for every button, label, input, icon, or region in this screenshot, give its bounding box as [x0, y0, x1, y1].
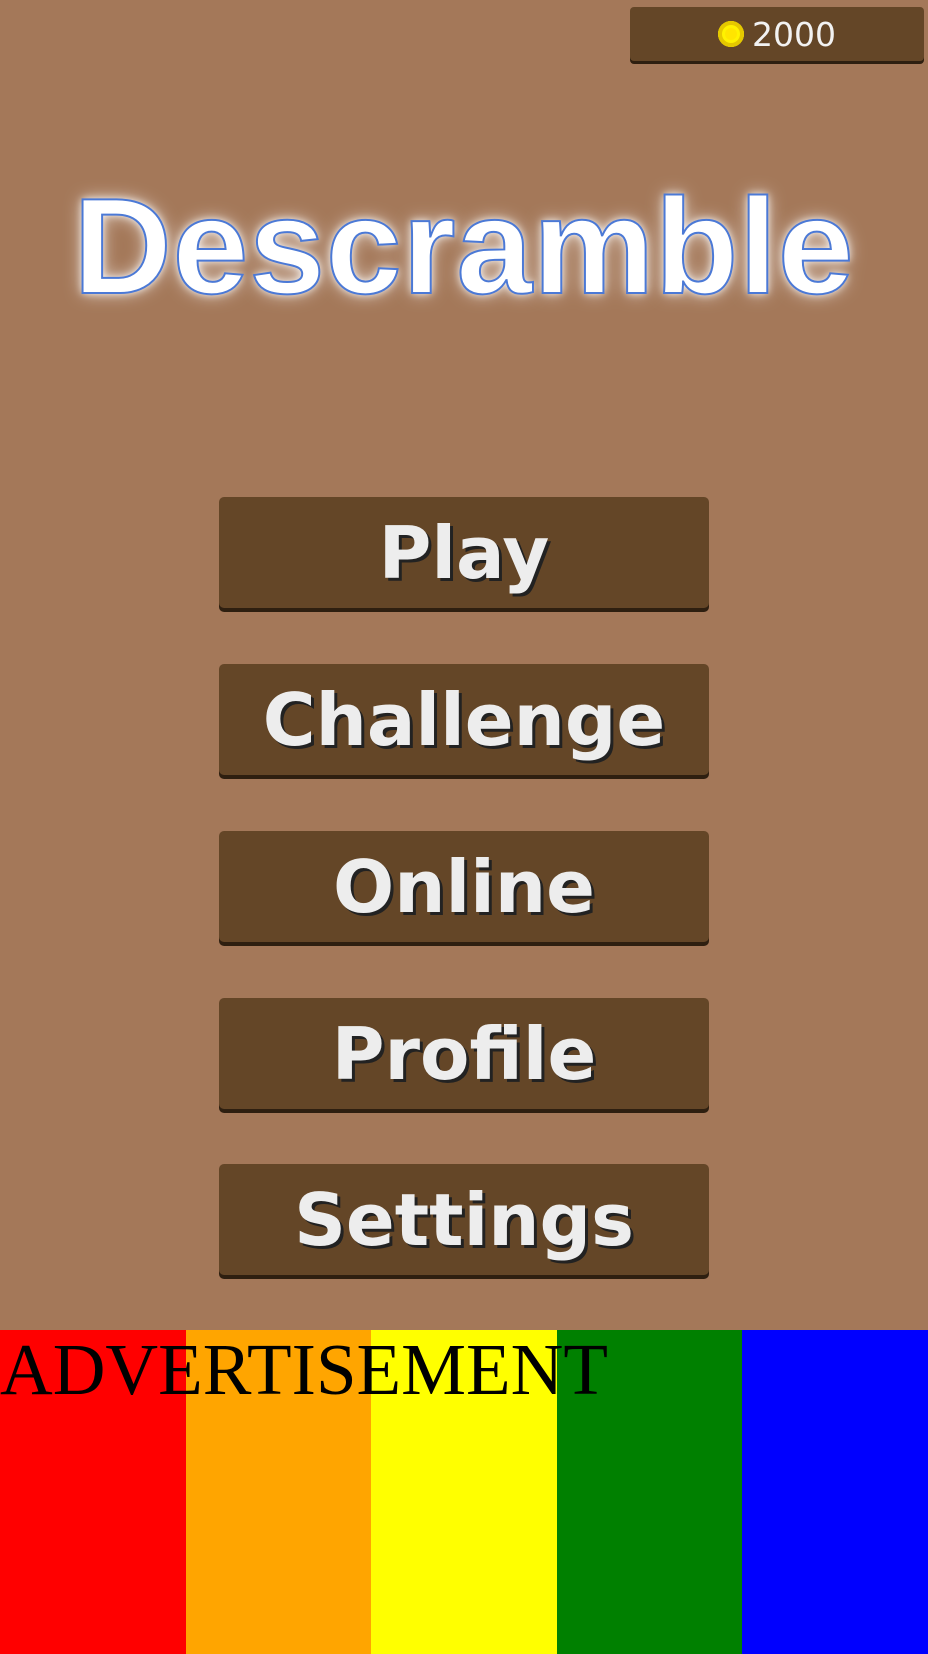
play-button-label: Play — [378, 510, 550, 595]
profile-button[interactable]: Profile — [219, 998, 709, 1109]
coin-count: 2000 — [752, 14, 836, 54]
coin-icon — [718, 21, 744, 47]
settings-button-label: Settings — [294, 1177, 634, 1262]
online-button-label: Online — [333, 844, 595, 929]
advertisement-label: ADVERTISEMENT — [0, 1329, 608, 1410]
advertisement-banner[interactable]: ADVERTISEMENT — [0, 1329, 928, 1654]
challenge-button[interactable]: Challenge — [219, 664, 709, 775]
play-button[interactable]: Play — [219, 497, 709, 608]
coin-counter: 2000 — [630, 7, 924, 61]
profile-button-label: Profile — [331, 1011, 597, 1096]
settings-button[interactable]: Settings — [219, 1164, 709, 1275]
online-button[interactable]: Online — [219, 831, 709, 942]
challenge-button-label: Challenge — [262, 677, 666, 762]
game-title: Descramble — [72, 169, 855, 323]
ad-stripe-blue — [742, 1330, 928, 1654]
